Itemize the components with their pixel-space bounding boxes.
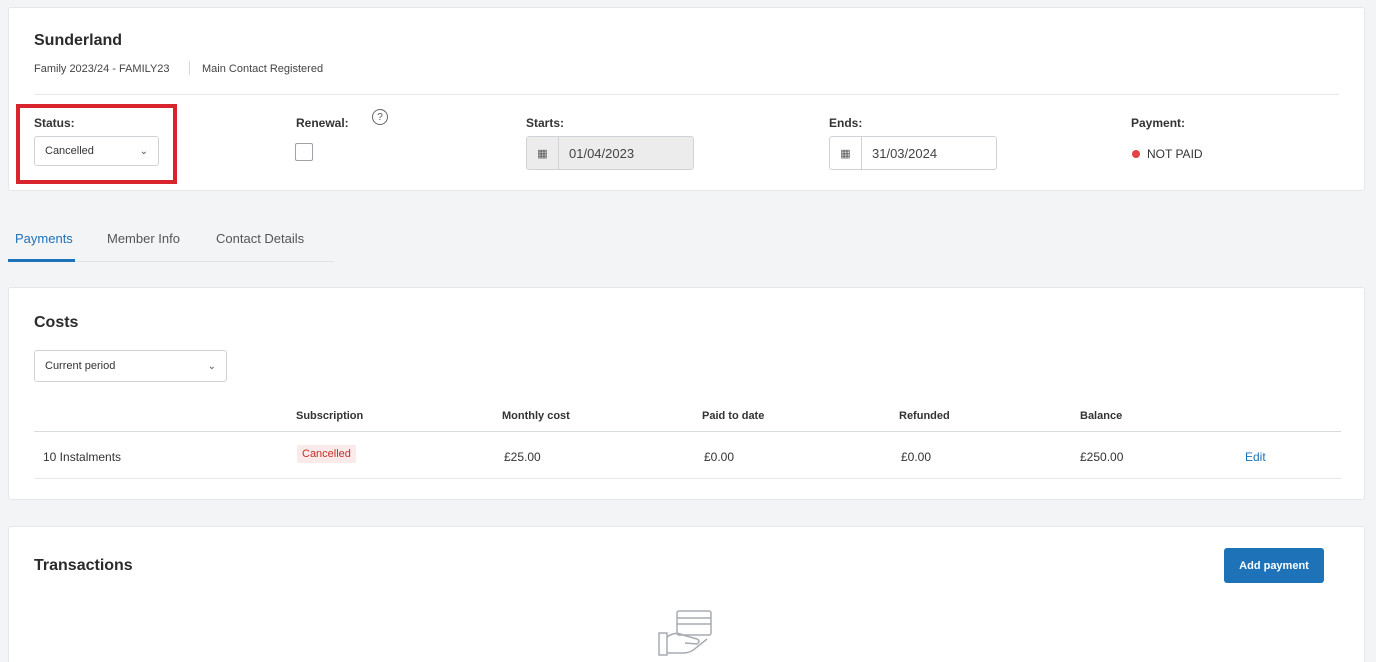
starts-date-value: 01/04/2023 bbox=[559, 137, 693, 169]
edit-link[interactable]: Edit bbox=[1245, 450, 1266, 464]
paid-to-date-cell: £0.00 bbox=[704, 450, 735, 464]
chevron-down-icon: ⌄ bbox=[139, 145, 148, 157]
membership-name: Family 2023/24 - FAMILY23 bbox=[34, 63, 170, 75]
renewal-checkbox[interactable] bbox=[295, 143, 313, 161]
renewal-label: Renewal: bbox=[296, 116, 349, 130]
ends-date-value: 31/03/2024 bbox=[872, 145, 938, 161]
balance-cell: £250.00 bbox=[1080, 450, 1124, 464]
status-value: Cancelled bbox=[45, 145, 94, 157]
header-divider bbox=[34, 94, 1339, 95]
tab-contact-details[interactable]: Contact Details bbox=[216, 231, 304, 246]
costs-title: Costs bbox=[34, 314, 79, 331]
table-row: 10 Instalments Cancelled £25.00 £0.00 £0… bbox=[34, 432, 1341, 479]
tab-payments[interactable]: Payments bbox=[15, 231, 73, 246]
payment-label: Payment: bbox=[1131, 116, 1186, 130]
starts-date-field[interactable]: ▦ 01/04/2023 bbox=[526, 136, 694, 170]
calendar-icon: ▦ bbox=[830, 137, 862, 169]
starts-label: Starts: bbox=[526, 116, 565, 130]
plan-cell: 10 Instalments bbox=[43, 450, 122, 464]
transactions-card: Transactions Add payment bbox=[8, 526, 1365, 662]
ends-label: Ends: bbox=[829, 116, 863, 130]
transactions-title: Transactions bbox=[34, 557, 133, 574]
contact-status: Main Contact Registered bbox=[202, 63, 324, 75]
add-payment-button[interactable]: Add payment bbox=[1224, 548, 1324, 583]
column-header-subscription: Subscription bbox=[296, 410, 364, 422]
column-header-paid-to-date: Paid to date bbox=[702, 410, 765, 422]
payment-status-dot-icon bbox=[1132, 150, 1140, 158]
chevron-down-icon: ⌄ bbox=[207, 360, 216, 372]
column-header-balance: Balance bbox=[1080, 410, 1123, 422]
column-header-refunded: Refunded bbox=[899, 410, 950, 422]
membership-summary-card: Sunderland Family 2023/24 - FAMILY23 Mai… bbox=[8, 7, 1365, 191]
payment-status: NOT PAID bbox=[1147, 147, 1203, 161]
column-header-monthly-cost: Monthly cost bbox=[502, 410, 570, 422]
tab-active-indicator bbox=[8, 259, 75, 262]
period-select-value: Current period bbox=[45, 360, 116, 372]
payment-card-hand-icon bbox=[657, 609, 723, 659]
ends-date-field[interactable]: ▦ 31/03/2024 bbox=[829, 136, 997, 170]
period-select[interactable]: Current period ⌄ bbox=[34, 350, 227, 382]
tab-bar: Payments Member Info Contact Details bbox=[8, 230, 334, 262]
subscription-status-badge: Cancelled bbox=[297, 445, 356, 463]
page-title: Sunderland bbox=[34, 32, 123, 49]
costs-card: Costs Current period ⌄ Subscription Mont… bbox=[8, 287, 1365, 500]
monthly-cost-cell: £25.00 bbox=[504, 450, 541, 464]
refunded-cell: £0.00 bbox=[901, 450, 932, 464]
divider bbox=[189, 61, 190, 75]
tab-member-info[interactable]: Member Info bbox=[107, 231, 180, 246]
status-label: Status: bbox=[34, 116, 75, 130]
calendar-icon: ▦ bbox=[527, 137, 559, 169]
help-icon[interactable]: ? bbox=[372, 109, 388, 125]
status-select[interactable]: Cancelled ⌄ bbox=[34, 136, 159, 166]
